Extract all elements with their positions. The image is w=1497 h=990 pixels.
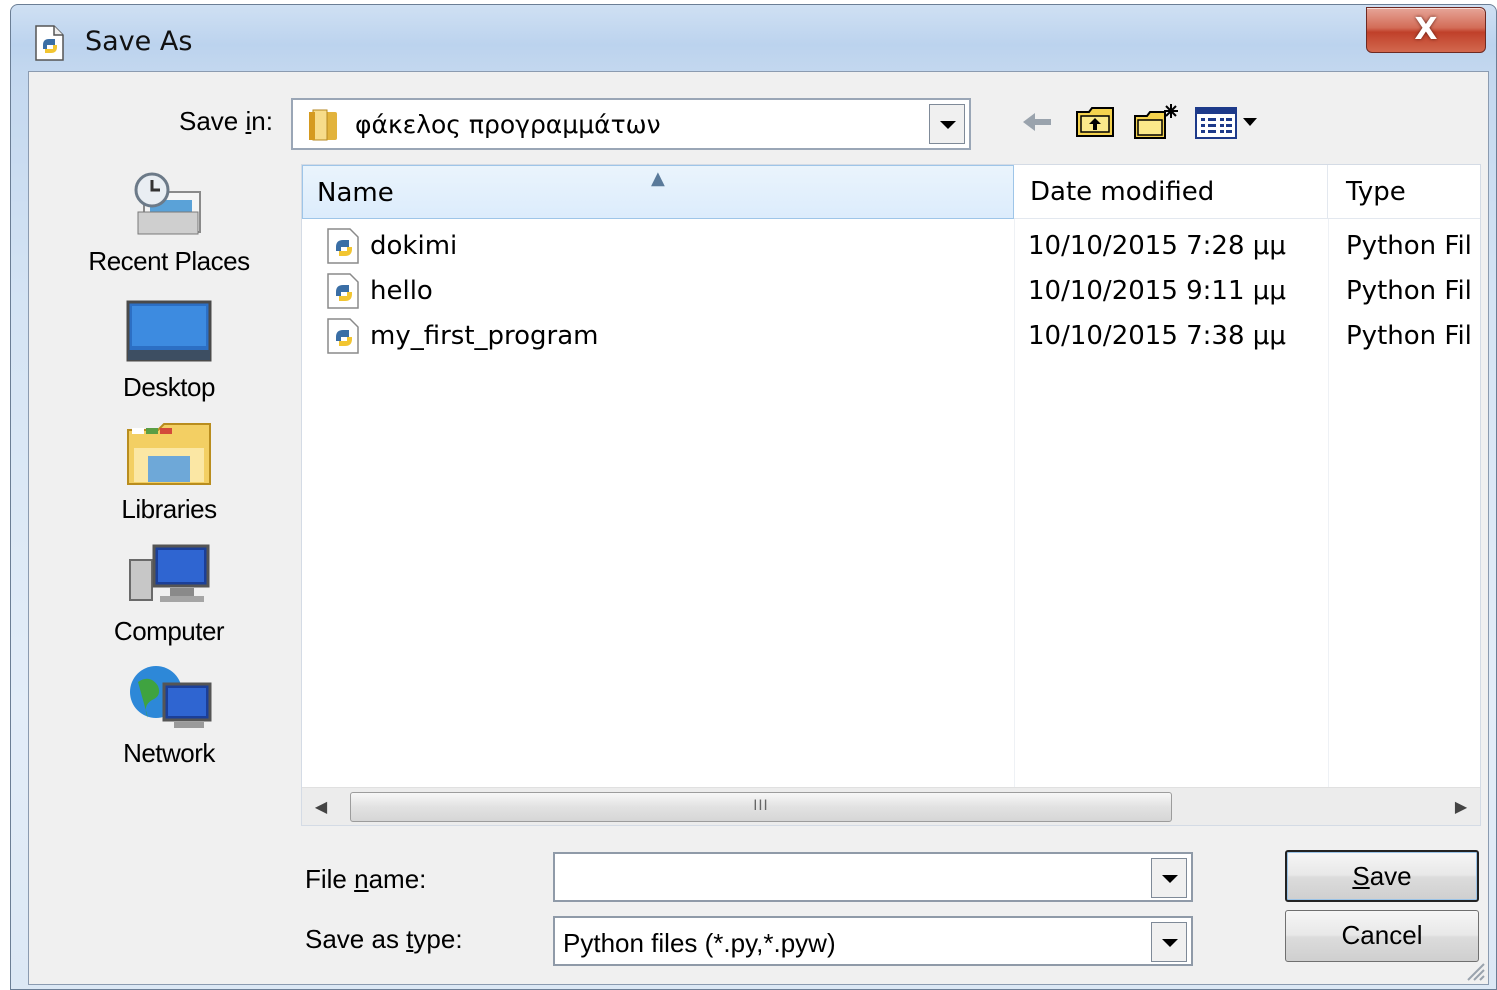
file-date: 10/10/2015 9:11 μμ <box>1028 276 1286 306</box>
sort-ascending-icon: ▲ <box>651 168 665 189</box>
up-folder-icon[interactable] <box>1073 102 1119 142</box>
place-label: Recent Places <box>88 246 250 276</box>
place-desktop[interactable]: Desktop <box>59 298 279 403</box>
python-file-icon <box>327 273 359 309</box>
file-list[interactable]: Name ▲ Date modified Type dokimi 10/10/2… <box>301 164 1481 826</box>
view-menu-icon[interactable] <box>1193 102 1263 142</box>
column-header-type[interactable]: Type <box>1328 165 1480 219</box>
scrollbar-thumb[interactable]: III <box>350 792 1172 822</box>
save-as-dialog: Save As X Save in: φάκελος προγραμμάτων <box>10 4 1497 990</box>
chevron-down-icon[interactable] <box>1151 922 1187 962</box>
file-name: dokimi <box>370 231 458 261</box>
column-header-name[interactable]: Name ▲ <box>302 165 1014 219</box>
scroll-left-icon[interactable]: ◀ <box>308 794 334 820</box>
horizontal-scrollbar[interactable]: ◀ III ▶ <box>302 787 1480 825</box>
chevron-down-icon[interactable] <box>1151 858 1187 898</box>
network-icon <box>130 666 212 728</box>
file-date: 10/10/2015 7:38 μμ <box>1028 321 1286 351</box>
file-type: Python Fil <box>1346 321 1472 351</box>
place-recent-places[interactable]: Recent Places <box>59 172 279 277</box>
chevron-down-icon[interactable] <box>929 104 965 144</box>
file-name-label: File name: <box>305 864 427 894</box>
save-in-value: φάκελος προγραμμάτων <box>355 110 661 139</box>
desktop-icon <box>126 300 212 362</box>
file-row[interactable]: hello 10/10/2015 9:11 μμ Python Fil <box>302 268 1480 313</box>
save-button[interactable]: Save <box>1285 850 1479 902</box>
python-file-icon <box>327 228 359 264</box>
file-type: Python Fil <box>1346 231 1472 261</box>
place-network[interactable]: Network <box>59 664 279 769</box>
place-label: Libraries <box>121 494 217 524</box>
dialog-body: Save in: φάκελος προγραμμάτων Recent Pla… <box>28 71 1489 985</box>
file-type: Python Fil <box>1346 276 1472 306</box>
computer-icon <box>129 544 210 602</box>
file-name: hello <box>370 276 433 306</box>
close-button[interactable]: X <box>1366 7 1486 53</box>
folder-icon <box>309 109 337 141</box>
scroll-right-icon[interactable]: ▶ <box>1448 794 1474 820</box>
window-title: Save As <box>85 26 193 57</box>
place-label: Network <box>123 738 215 768</box>
back-arrow-icon[interactable] <box>1017 102 1057 142</box>
python-file-icon <box>327 318 359 354</box>
file-date: 10/10/2015 7:28 μμ <box>1028 231 1286 261</box>
close-icon: X <box>1414 12 1438 47</box>
recent-places-icon <box>134 172 201 235</box>
save-as-type-value: Python files (*.py,*.pyw) <box>563 928 836 958</box>
cancel-button[interactable]: Cancel <box>1285 910 1479 962</box>
save-in-label: Save in: <box>179 106 273 136</box>
save-as-type-label: Save as type: <box>305 924 463 954</box>
file-name: my_first_program <box>370 321 599 351</box>
python-document-icon <box>35 25 64 61</box>
libraries-icon <box>127 423 211 485</box>
file-name-field[interactable] <box>553 852 1193 902</box>
file-row[interactable]: dokimi 10/10/2015 7:28 μμ Python Fil <box>302 223 1480 268</box>
place-label: Computer <box>113 616 225 646</box>
save-as-type-dropdown[interactable]: Python files (*.py,*.pyw) <box>553 916 1193 966</box>
title-bar[interactable]: Save As X <box>11 5 1496 73</box>
place-label: Desktop <box>123 372 215 402</box>
save-in-dropdown[interactable]: φάκελος προγραμμάτων <box>291 98 971 150</box>
file-row[interactable]: my_first_program 10/10/2015 7:38 μμ Pyth… <box>302 313 1480 358</box>
resize-grip-icon[interactable] <box>1462 958 1486 982</box>
column-header-date[interactable]: Date modified <box>1014 165 1328 219</box>
new-folder-icon[interactable] <box>1133 102 1179 142</box>
place-libraries[interactable]: Libraries <box>59 420 279 525</box>
place-computer[interactable]: Computer <box>59 542 279 647</box>
